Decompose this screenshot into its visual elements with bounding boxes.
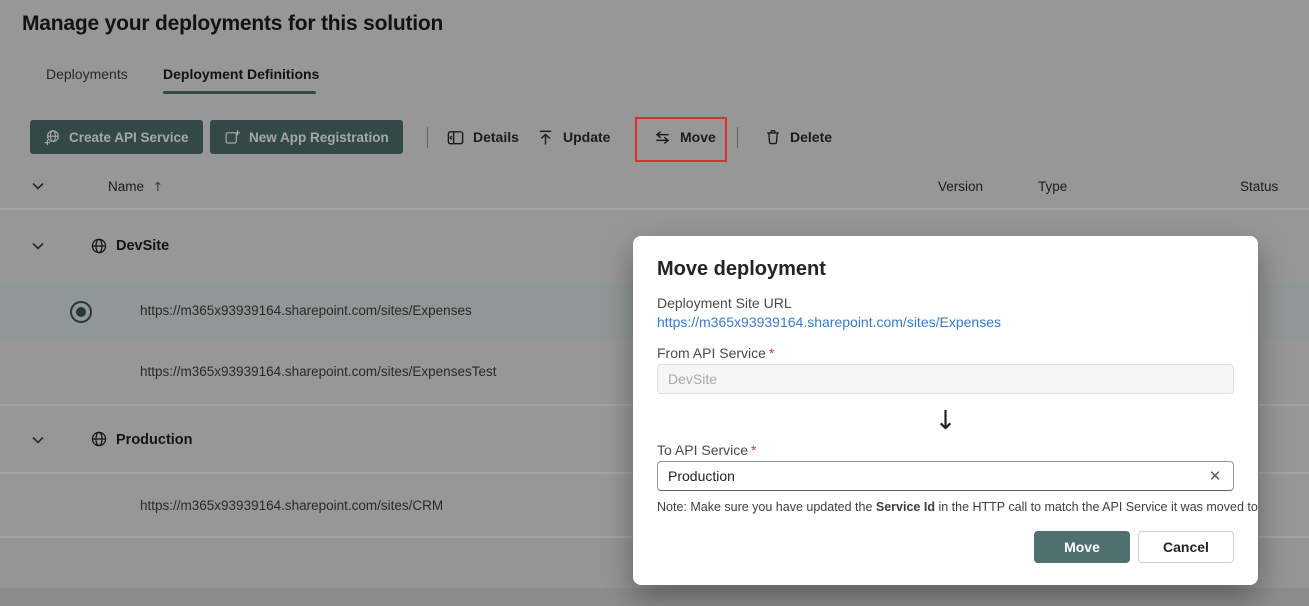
required-asterisk: *: [769, 345, 774, 361]
dialog-move-button[interactable]: Move: [1034, 531, 1130, 563]
to-api-service-input[interactable]: [657, 461, 1234, 491]
dialog-title: Move deployment: [657, 258, 1234, 281]
move-deployment-dialog: Move deployment Deployment Site URL http…: [633, 236, 1258, 585]
clear-icon[interactable]: ✕: [1204, 465, 1226, 487]
dialog-cancel-button[interactable]: Cancel: [1138, 531, 1234, 563]
from-api-service-label: From API Service*: [657, 345, 1234, 361]
dialog-note: Note: Make sure you have updated the Ser…: [657, 500, 1234, 514]
from-api-service-input: [657, 364, 1234, 394]
arrow-down-icon: ↓: [657, 408, 1234, 434]
move-annotation-box: [635, 117, 727, 162]
note-service-id: Service Id: [876, 500, 935, 514]
site-url-label: Deployment Site URL: [657, 295, 1234, 311]
site-url-link[interactable]: https://m365x93939164.sharepoint.com/sit…: [657, 314, 1234, 330]
required-asterisk: *: [751, 442, 756, 458]
to-api-service-label: To API Service*: [657, 442, 1234, 458]
